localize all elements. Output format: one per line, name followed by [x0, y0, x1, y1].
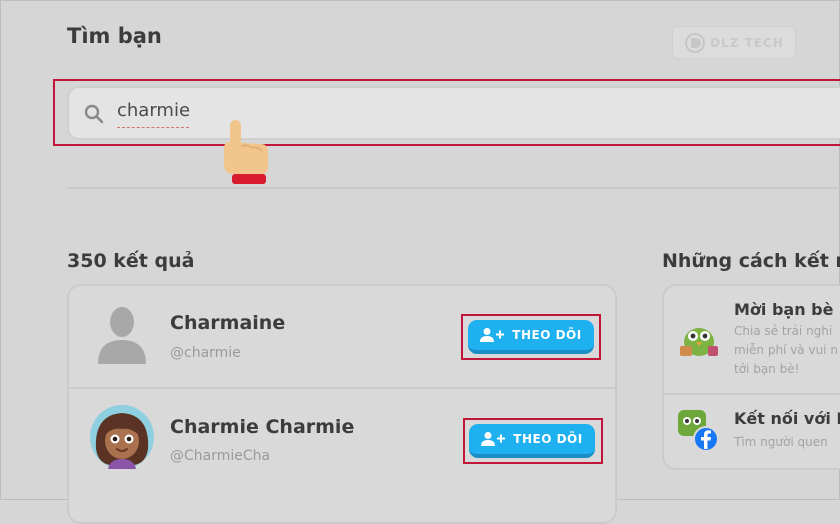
- user-name[interactable]: Charmaine: [170, 312, 285, 334]
- user-handle: @charmie: [170, 345, 241, 361]
- watermark-logo: DLZ TECH: [672, 26, 796, 59]
- results-count: 350 kết quả: [67, 250, 195, 272]
- connect-facebook-desc: Tìm người quen: [734, 435, 828, 449]
- user-handle: @CharmieCha: [170, 448, 271, 464]
- logo-icon: [685, 32, 706, 53]
- invite-friends-desc-line: Chia sẻ trải nghi: [734, 324, 833, 338]
- connect-facebook-title[interactable]: Kết nối với F: [734, 409, 840, 428]
- connect-ways-title: Những cách kết nố: [662, 250, 840, 272]
- follow-button[interactable]: THEO DÕI: [469, 424, 595, 458]
- duo-owl-icon: [680, 328, 718, 356]
- invite-friends-desc-line: tới bạn bè!: [734, 362, 800, 376]
- invite-friends-title[interactable]: Mời bạn bè: [734, 300, 833, 319]
- connect-ways-divider: [662, 393, 840, 395]
- default-avatar-icon: [98, 307, 146, 364]
- add-user-icon: [480, 328, 505, 342]
- row-divider: [67, 387, 617, 389]
- page-title: Tìm bạn: [67, 24, 162, 48]
- user-avatar: [90, 405, 154, 469]
- follow-button-label: THEO DÕI: [513, 432, 583, 446]
- follow-button-label: THEO DÕI: [512, 328, 582, 342]
- search-icon: [84, 104, 104, 124]
- invite-friends-desc-line: miễn phí và vui n: [734, 343, 838, 357]
- spellcheck-underline: [117, 124, 189, 128]
- watermark-text: DLZ TECH: [710, 35, 784, 50]
- add-user-icon: [481, 432, 506, 446]
- follow-button[interactable]: THEO DÕI: [468, 320, 594, 354]
- user-name[interactable]: Charmie Charmie: [170, 416, 354, 438]
- divider: [67, 187, 840, 189]
- pointing-hand-icon: [224, 120, 268, 184]
- facebook-connect-icon: [678, 410, 719, 452]
